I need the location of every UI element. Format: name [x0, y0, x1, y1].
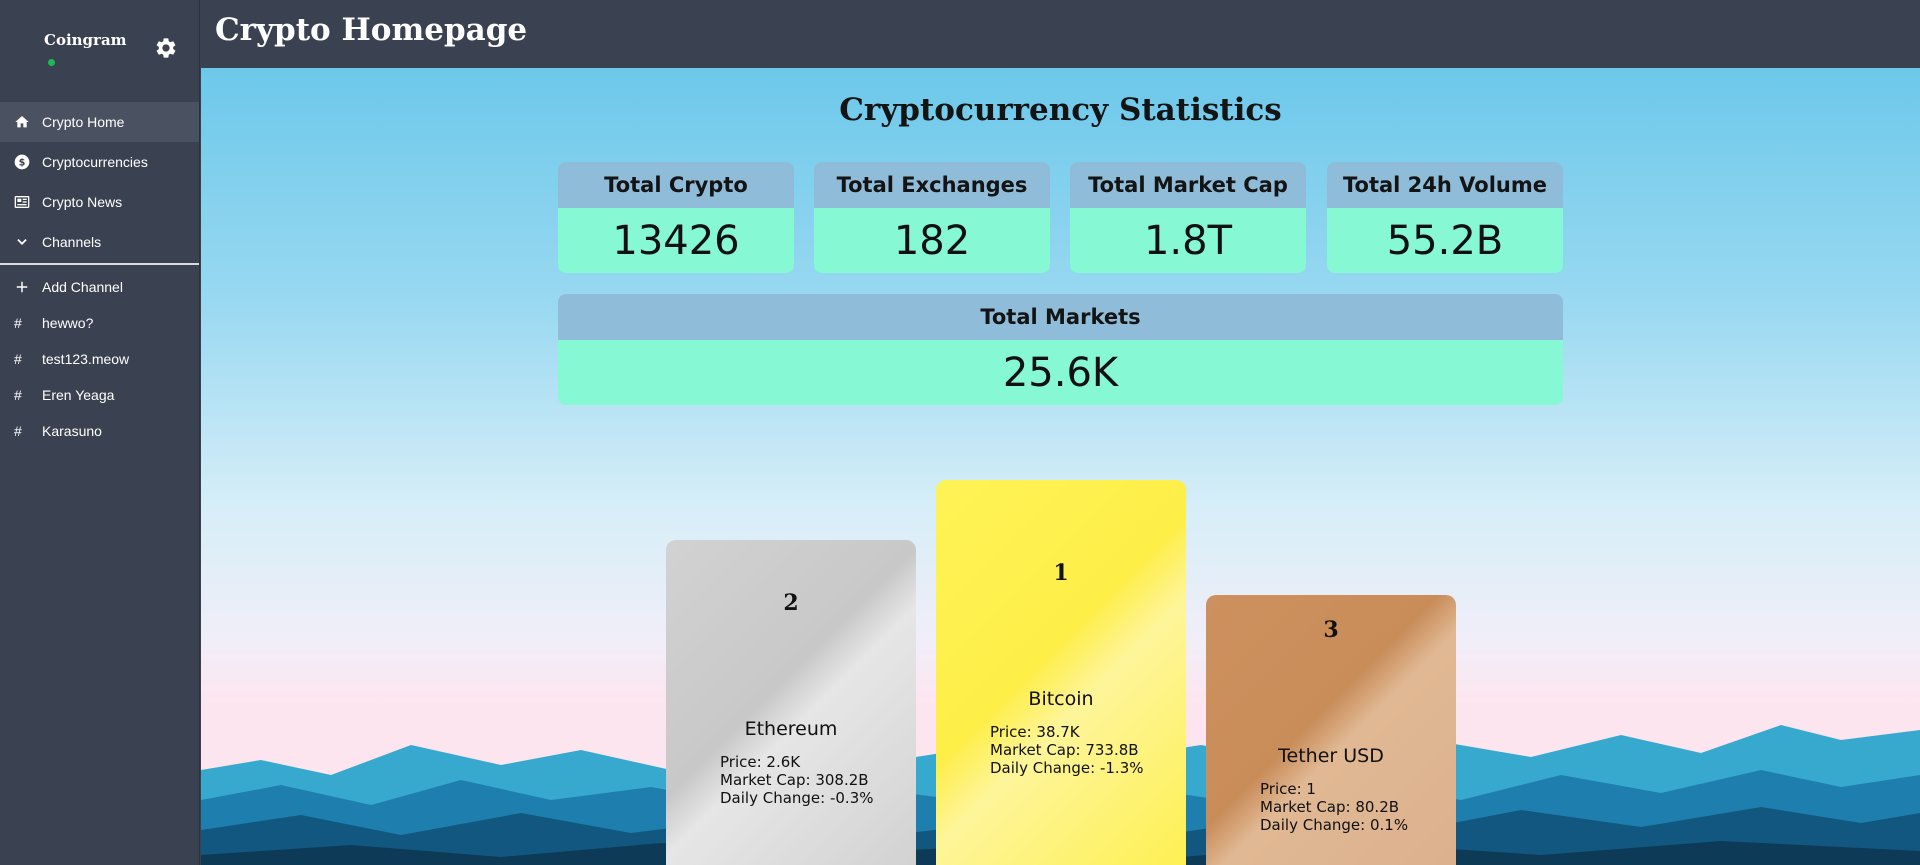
stat-card-total-24h-volume: Total 24h Volume 55.2B: [1327, 162, 1563, 273]
nav-item-channels[interactable]: Channels: [0, 222, 199, 262]
podium-third-place[interactable]: 3 Tether USD Price: 1 Market Cap: 80.2B …: [1206, 595, 1456, 865]
coin-name: Bitcoin: [1028, 688, 1094, 710]
nav-item-label: Crypto Home: [42, 114, 125, 130]
coin-daily-change: Daily Change: -0.3%: [720, 789, 874, 807]
stat-label: Total Markets: [558, 294, 1563, 340]
nav-item-crypto-news[interactable]: Crypto News: [0, 182, 199, 222]
stat-value: 1.8T: [1070, 208, 1306, 273]
stat-label: Total Crypto: [558, 162, 794, 208]
stat-card-total-exchanges: Total Exchanges 182: [814, 162, 1050, 273]
newspaper-icon: [14, 194, 30, 210]
hash-icon: #: [14, 315, 22, 331]
podium-second-place[interactable]: 2 Ethereum Price: 2.6K Market Cap: 308.2…: [666, 540, 916, 865]
add-channel-button[interactable]: Add Channel: [0, 269, 199, 305]
home-icon: [14, 114, 30, 130]
hash-icon: #: [14, 423, 22, 439]
coin-stats: Price: 38.7K Market Cap: 733.8B Daily Ch…: [990, 723, 1144, 777]
coin-market-cap: Market Cap: 733.8B: [990, 741, 1139, 759]
brand: Coingram: [0, 0, 199, 100]
nav-item-crypto-home[interactable]: Crypto Home: [0, 102, 199, 142]
plus-icon: [14, 279, 30, 295]
chevron-down-icon: [14, 234, 30, 250]
coin-price: Price: 2.6K: [720, 753, 801, 771]
coin-daily-change: Daily Change: 0.1%: [1260, 816, 1409, 834]
brand-name: Coingram: [44, 31, 127, 49]
add-channel-label: Add Channel: [42, 279, 123, 295]
sidebar-divider: [0, 263, 199, 265]
coin-market-cap: Market Cap: 308.2B: [720, 771, 869, 789]
stats-title: Cryptocurrency Statistics: [839, 92, 1282, 128]
coin-market-cap: Market Cap: 80.2B: [1260, 798, 1400, 816]
coin-stats: Price: 1 Market Cap: 80.2B Daily Change:…: [1260, 780, 1408, 834]
online-status-dot: [48, 59, 55, 66]
channel-name: Karasuno: [42, 423, 102, 439]
stat-label: Total Exchanges: [814, 162, 1050, 208]
stat-value: 13426: [558, 208, 794, 273]
podium-first-place[interactable]: 1 Bitcoin Price: 38.7K Market Cap: 733.8…: [936, 480, 1186, 865]
nav-item-label: Crypto News: [42, 194, 123, 210]
coin-stats: Price: 2.6K Market Cap: 308.2B Daily Cha…: [720, 753, 874, 807]
rank-number: 3: [1323, 617, 1339, 643]
sidebar: Coingram Crypto Home $ Cryptocurrencies …: [0, 0, 200, 865]
gear-icon[interactable]: [154, 36, 178, 60]
stat-card-total-crypto: Total Crypto 13426: [558, 162, 794, 273]
nav-item-label: Channels: [42, 234, 102, 250]
stat-label: Total 24h Volume: [1327, 162, 1563, 208]
stat-value: 25.6K: [558, 340, 1563, 405]
stat-value: 182: [814, 208, 1050, 273]
channel-item[interactable]: # Karasuno: [0, 413, 199, 449]
coin-price: Price: 1: [1260, 780, 1316, 798]
channel-name: test123.meow: [42, 351, 130, 367]
stat-label: Total Market Cap: [1070, 162, 1306, 208]
coin-name: Ethereum: [744, 718, 838, 740]
coin-price: Price: 38.7K: [990, 723, 1080, 741]
svg-text:$: $: [19, 157, 26, 168]
coin-name: Tether USD: [1278, 745, 1384, 767]
coin-daily-change: Daily Change: -1.3%: [990, 759, 1144, 777]
stat-value: 55.2B: [1327, 208, 1563, 273]
nav-item-cryptocurrencies[interactable]: $ Cryptocurrencies: [0, 142, 199, 182]
hash-icon: #: [14, 387, 22, 403]
channel-name: hewwo?: [42, 315, 94, 331]
stat-card-total-market-cap: Total Market Cap 1.8T: [1070, 162, 1306, 273]
channel-item[interactable]: # Eren Yeaga: [0, 377, 199, 413]
rank-number: 1: [1053, 560, 1069, 586]
main-nav: Crypto Home $ Cryptocurrencies Crypto Ne…: [0, 102, 199, 262]
channel-item[interactable]: # test123.meow: [0, 341, 199, 377]
main-content: Cryptocurrency Statistics Total Crypto 1…: [201, 68, 1920, 865]
stat-card-total-markets: Total Markets 25.6K: [558, 294, 1563, 405]
channel-item[interactable]: # hewwo?: [0, 305, 199, 341]
page-title: Crypto Homepage: [215, 12, 528, 48]
dollar-icon: $: [14, 154, 30, 170]
hash-icon: #: [14, 351, 22, 367]
channel-name: Eren Yeaga: [42, 387, 115, 403]
top-header: Crypto Homepage: [200, 0, 1920, 68]
rank-number: 2: [783, 590, 799, 616]
nav-item-label: Cryptocurrencies: [42, 154, 148, 170]
